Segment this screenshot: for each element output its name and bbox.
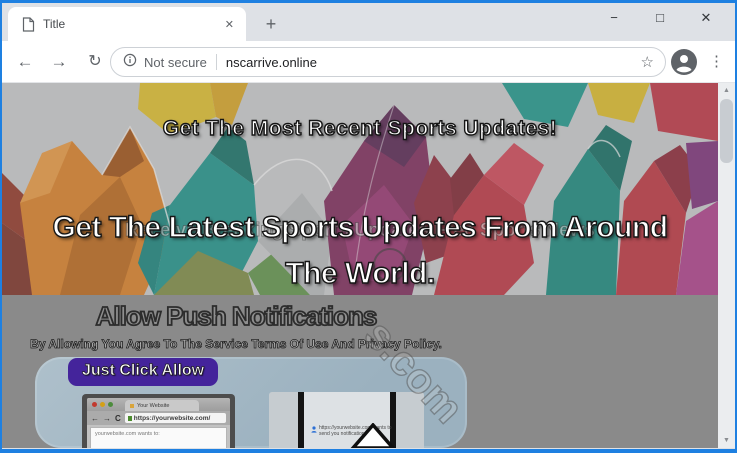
demo-browser-toolbar: ← → C https://yourwebsite.com/ [87,411,230,425]
hero-main-line1: Get The Latest Sports Updates From Aroun… [52,210,669,244]
new-tab-button[interactable]: + [258,11,284,37]
demo-browser-tabstrip: Your Website [87,398,230,411]
demo-mobile-bezel-left [298,392,304,448]
back-button[interactable]: ← [10,41,40,83]
demo-tab-title: Your Website [137,402,170,409]
url-text[interactable]: nscarrive.online [226,55,641,70]
page-favicon-icon [22,16,35,32]
browser-chrome: Title ✕ + − □ ✕ ← → ↻ Not secure nscarri… [2,3,735,449]
demo-permission-prompt: yourwebsite.com wants to: [90,427,227,448]
demo-user-icon [311,426,317,433]
tab-title: Title [43,17,66,31]
omnibox-divider [215,54,217,70]
window-close-button[interactable]: ✕ [683,3,729,33]
maximize-button[interactable]: □ [637,3,683,33]
window-controls: − □ ✕ [591,3,729,33]
page-viewport: Get The Most Recent Sports Updates! Rece… [2,83,735,448]
security-label: Not secure [144,54,207,70]
traffic-lights-icon [92,402,113,407]
tab-bar: Title ✕ + − □ ✕ [2,3,735,41]
web-page: Get The Most Recent Sports Updates! Rece… [2,83,718,448]
browser-tab[interactable]: Title ✕ [8,7,246,41]
hero-main-heading: Get The Latest Sports Updates From Aroun… [2,205,718,295]
minimize-button[interactable]: − [591,3,637,33]
push-prompt-section: Allow Push Notifications By Allowing You… [2,295,718,448]
tab-close-icon[interactable]: ✕ [225,18,234,31]
just-click-allow-button[interactable]: Just Click Allow [68,358,219,386]
hero-banner: Get The Most Recent Sports Updates! Rece… [2,83,718,295]
hero-main-line2: The World. [285,256,436,290]
scroll-down-icon[interactable]: ▼ [718,433,735,448]
browser-window: Title ✕ + − □ ✕ ← → ↻ Not secure nscarri… [0,0,737,453]
scroll-up-icon[interactable]: ▲ [718,83,735,98]
bookmark-star-icon[interactable]: ☆ [641,53,654,71]
address-bar[interactable]: Not secure nscarrive.online ☆ [110,47,666,77]
demo-url-text: https://yourwebsite.com/ [133,414,211,422]
page-scrollbar[interactable]: ▲ ▼ [718,83,735,448]
demo-padlock-icon [127,415,132,421]
demo-back-icon: ← [91,413,99,423]
forward-button[interactable]: → [44,41,74,83]
info-icon[interactable] [123,53,137,72]
demo-browser-tab: Your Website [125,400,199,411]
menu-kebab-icon[interactable]: ⋮ [709,41,724,83]
cursor-arrow-icon [350,423,396,448]
demo-forward-icon: → [103,413,111,423]
scrollbar-thumb[interactable] [720,99,733,163]
demo-browser-mockup: Your Website ← → C https://yourwebsite.c… [82,394,235,448]
demo-address-bar: https://yourwebsite.com/ [124,413,226,423]
demo-mobile-mockup: https://yourwebsite.com wants to send yo… [269,392,424,448]
browser-toolbar: ← → ↻ Not secure nscarrive.online ☆ ⋮ [2,41,735,83]
hero-subheading: Get The Most Recent Sports Updates! [162,116,558,140]
reload-button[interactable]: ↻ [80,41,110,83]
profile-avatar-icon[interactable] [671,49,697,80]
demo-favicon-icon [130,403,134,408]
demo-reload-icon: C [115,413,121,423]
